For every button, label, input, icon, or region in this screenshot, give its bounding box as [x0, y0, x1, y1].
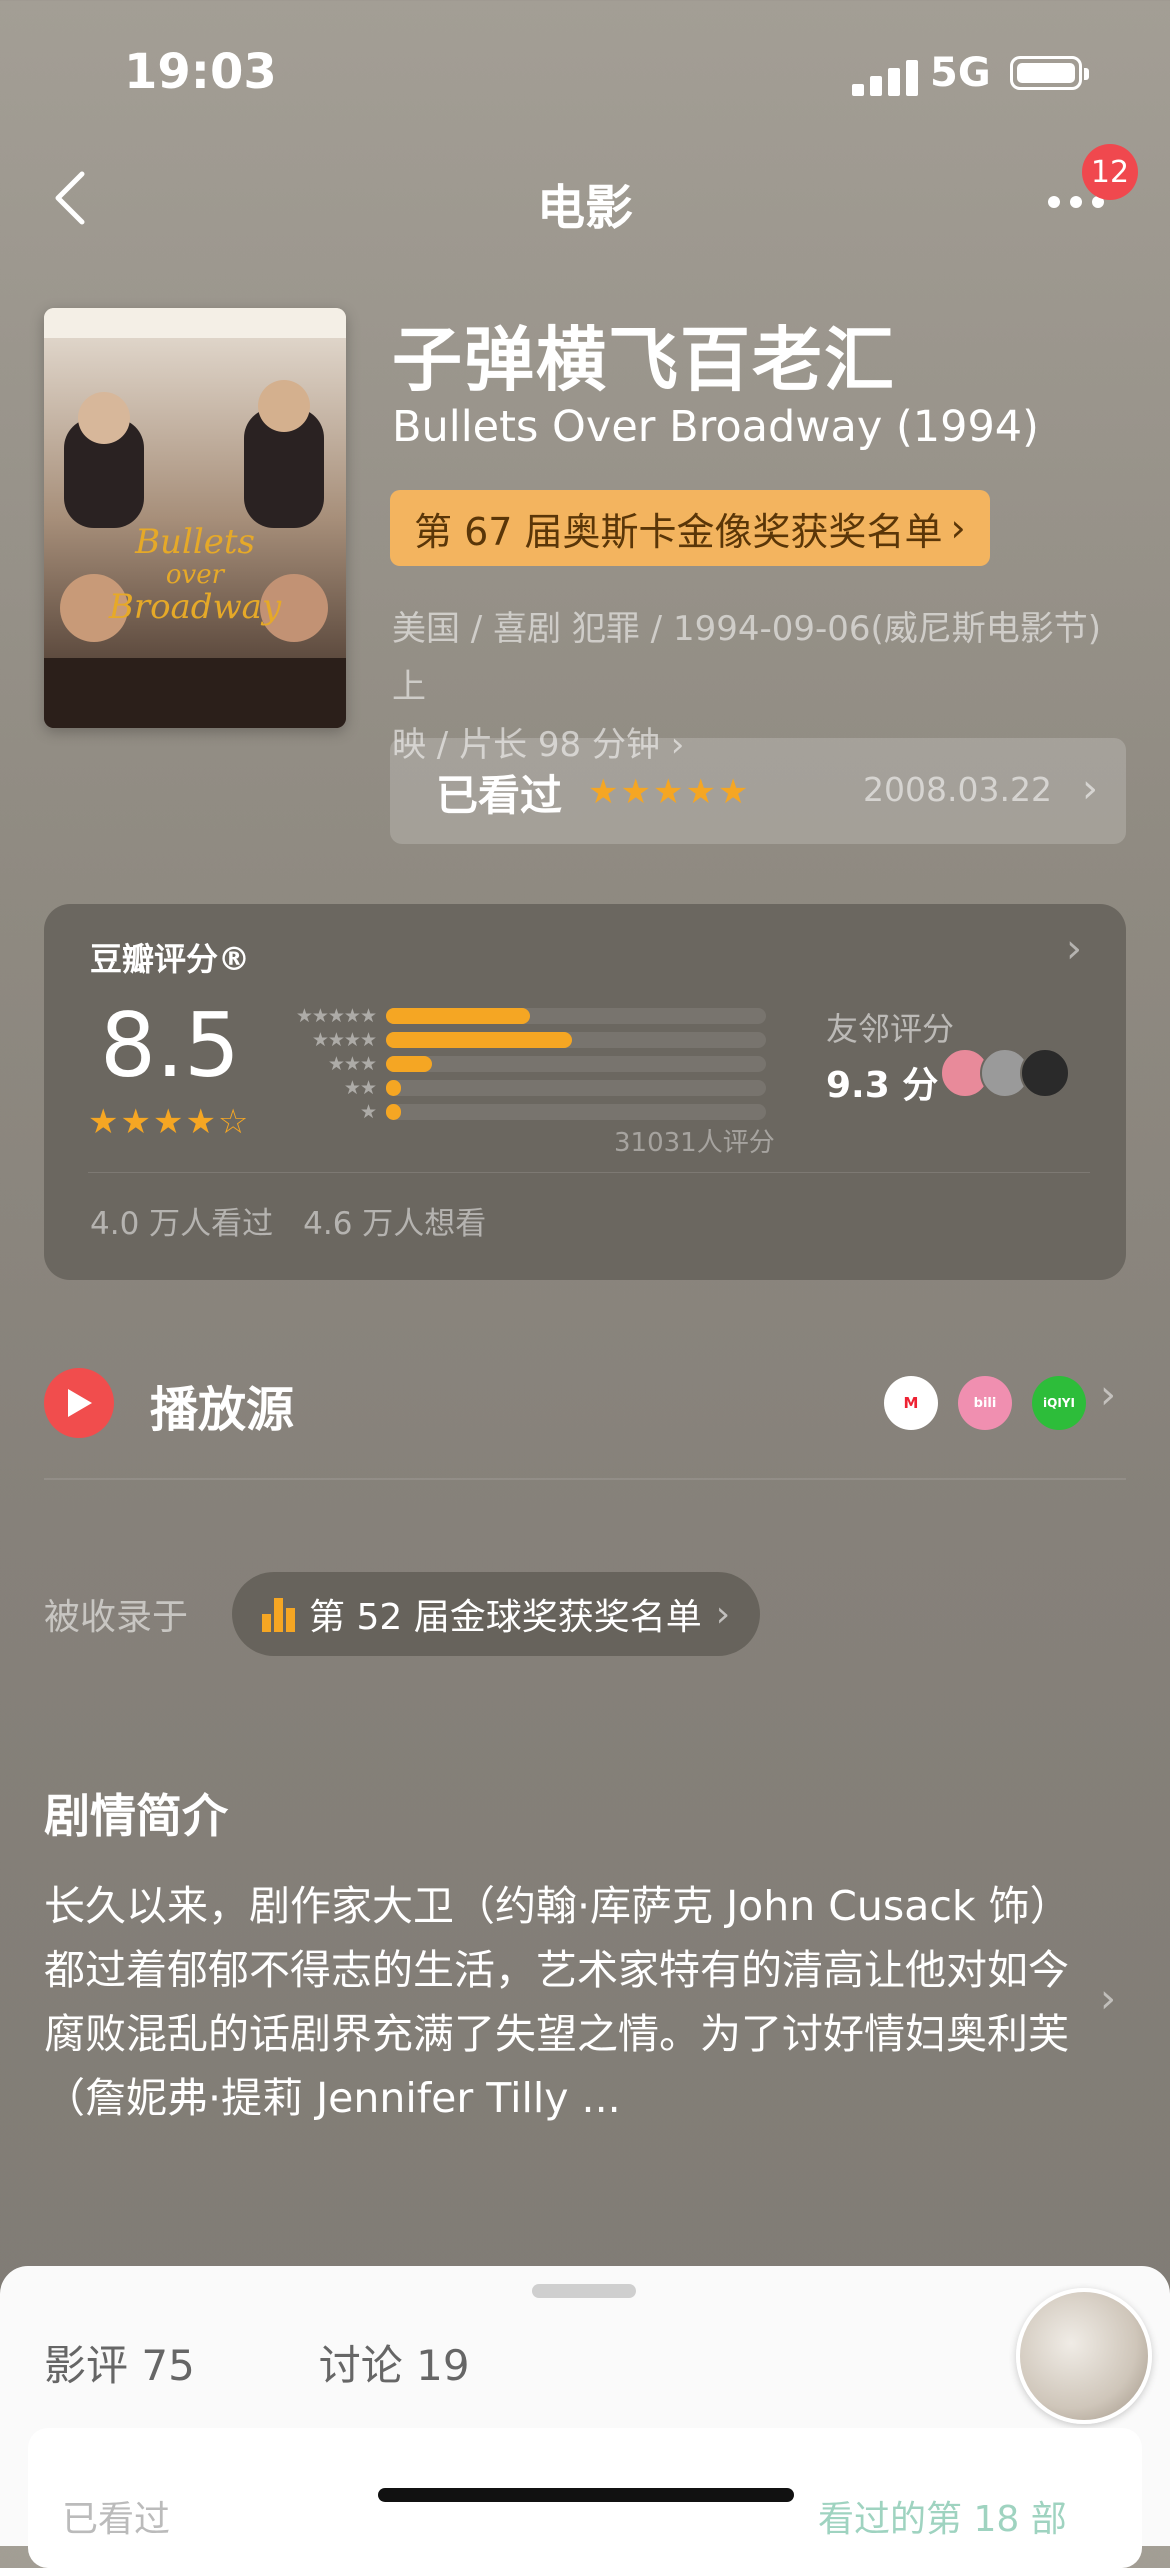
- page-title: 电影: [536, 180, 633, 236]
- collection-pill[interactable]: 第 52 届金球奖获奖名单 ›: [232, 1572, 761, 1656]
- more-icon[interactable]: [1048, 196, 1104, 208]
- watched-count: 4.0 万人看过: [90, 1206, 274, 1242]
- divider: [88, 1172, 1090, 1173]
- bilibili-icon: bili: [958, 1376, 1012, 1430]
- signal-icon: [852, 56, 918, 96]
- play-source-icons[interactable]: M bili iQIYI: [884, 1376, 1086, 1430]
- synopsis-text[interactable]: 长久以来，剧作家大卫（约翰·库萨克 John Cusack 饰）都过着郁郁不得志…: [44, 1874, 1084, 2130]
- movie-title-cn: 子弹横飞百老汇: [392, 319, 896, 401]
- histogram-bar: [386, 1032, 573, 1048]
- histogram-row: ★: [276, 1100, 766, 1124]
- movie-title-en: Bullets Over Broadway (1994): [392, 402, 1039, 452]
- friend-rating-label: 友邻评分: [826, 1010, 955, 1048]
- notification-badge: 12: [1082, 144, 1138, 200]
- battery-icon: [1010, 56, 1089, 90]
- chevron-right-icon: ›: [950, 506, 966, 550]
- histogram-stars-label: ★★★★: [311, 1029, 377, 1051]
- friend-rating-score: 9.3 分: [826, 1065, 939, 1106]
- chevron-right-icon[interactable]: ›: [1100, 1976, 1116, 2022]
- histogram-bar: [386, 1080, 402, 1096]
- vote-count: 31031人评分: [614, 1128, 775, 1158]
- home-indicator[interactable]: [378, 2488, 794, 2502]
- sheet-tabs: 影评 75 讨论 19: [44, 2332, 470, 2393]
- histogram-stars-label: ★★: [343, 1077, 377, 1099]
- histogram-stars-label: ★★★★★: [295, 1005, 377, 1027]
- histogram-bar: [386, 1056, 432, 1072]
- rating-histogram: ★★★★★ ★★★★ ★★★ ★★ ★: [276, 1004, 766, 1124]
- chevron-right-icon[interactable]: ›: [1100, 1372, 1116, 1418]
- watched-date: 2008.03.22: [863, 770, 1052, 809]
- rating-score: 8.5: [100, 994, 240, 1097]
- network-label: 5G: [930, 50, 991, 96]
- underlying-label-left: 已看过: [62, 2499, 171, 2540]
- histogram-stars-label: ★★★: [327, 1053, 377, 1075]
- chevron-right-icon: ›: [1082, 766, 1098, 812]
- watched-label: 已看过: [436, 771, 563, 820]
- iqiyi-icon: iQIYI: [1032, 1376, 1086, 1430]
- want-count: 4.6 万人想看: [303, 1206, 487, 1242]
- friend-avatars[interactable]: [940, 1048, 1070, 1098]
- collection-label: 被收录于: [44, 1597, 189, 1638]
- floating-thumbnail[interactable]: [1016, 2288, 1152, 2424]
- tab-discussion[interactable]: 讨论 19: [319, 2332, 470, 2393]
- svg-text:Broadway: Broadway: [108, 587, 282, 627]
- sheet-handle[interactable]: [532, 2284, 636, 2298]
- play-source-label[interactable]: 播放源: [150, 1370, 294, 1440]
- histogram-bar: [386, 1008, 531, 1024]
- movie-poster[interactable]: Bullets over Broadway: [44, 308, 346, 728]
- rating-card[interactable]: 豆瓣评分® › 8.5 ★★★★☆ ★★★★★ ★★★★ ★★★ ★★ ★ 31…: [44, 904, 1126, 1280]
- divider: [44, 1478, 1126, 1480]
- rating-stars: ★★★★☆: [88, 1102, 251, 1142]
- status-time: 19:03: [124, 44, 277, 100]
- histogram-row: ★★★★★: [276, 1004, 766, 1028]
- tab-reviews[interactable]: 影评 75: [44, 2332, 195, 2393]
- histogram-stars-label: ★: [359, 1101, 377, 1123]
- histogram-bar: [386, 1104, 402, 1120]
- award-pill-label: 第 67 届奥斯卡金像奖获奖名单: [414, 509, 943, 554]
- ranking-icon: [262, 1596, 295, 1632]
- svg-text:over: over: [166, 560, 226, 590]
- watched-status-box[interactable]: 已看过 ★★★★★ 2008.03.22 ›: [390, 738, 1126, 844]
- rating-section-title: 豆瓣评分®: [90, 940, 251, 978]
- migu-icon: M: [884, 1376, 938, 1430]
- histogram-row: ★★★★: [276, 1028, 766, 1052]
- my-rating-stars: ★★★★★: [588, 772, 751, 812]
- collection-pill-label: 第 52 届金球奖获奖名单: [309, 1597, 702, 1638]
- meta-line-1: 美国 / 喜剧 犯罪 / 1994-09-06(威尼斯电影节) 上: [392, 609, 1102, 707]
- rating-footer: 4.0 万人看过 4.6 万人想看: [90, 1198, 486, 1243]
- chevron-right-icon: ›: [1066, 926, 1082, 972]
- histogram-row: ★★★: [276, 1052, 766, 1076]
- chevron-right-icon: ›: [715, 1593, 731, 1635]
- play-icon[interactable]: [44, 1368, 114, 1438]
- underlying-label-right: 看过的第 18 部: [818, 2499, 1067, 2540]
- svg-text:Bullets: Bullets: [134, 522, 255, 562]
- synopsis-title: 剧情简介: [44, 1789, 228, 1843]
- award-list-pill[interactable]: 第 67 届奥斯卡金像奖获奖名单 ›: [390, 490, 990, 566]
- histogram-row: ★★: [276, 1076, 766, 1100]
- avatar: [1020, 1048, 1070, 1098]
